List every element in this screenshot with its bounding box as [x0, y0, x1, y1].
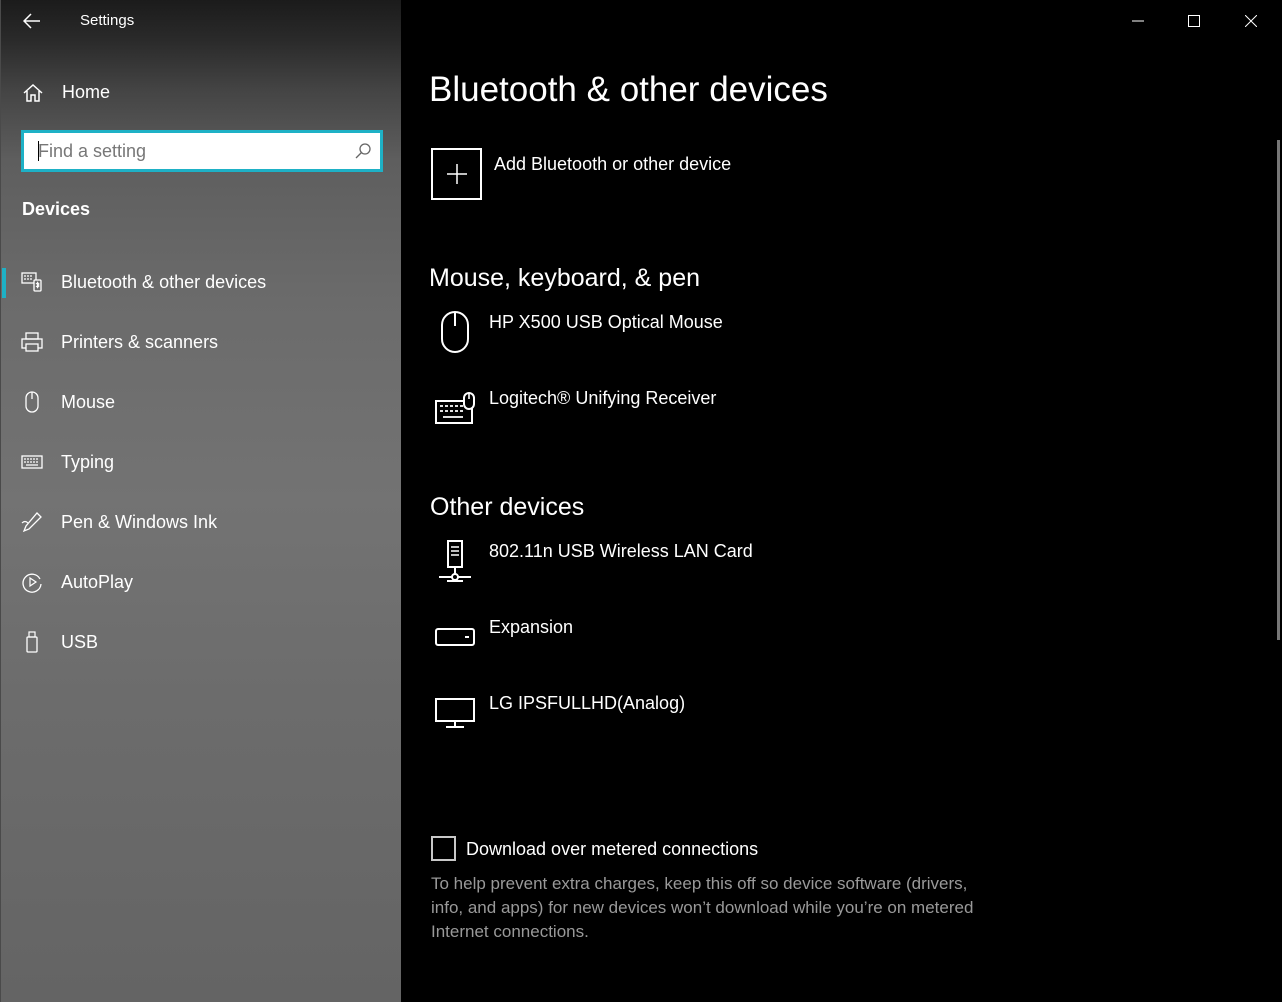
search-input[interactable] [24, 133, 344, 169]
device-item[interactable]: LG IPSFULLHD(Analog) [431, 689, 931, 749]
sidebar-item-label: USB [61, 632, 99, 652]
sidebar-item-home[interactable]: Home [1, 70, 402, 114]
search-icon[interactable] [354, 142, 372, 160]
device-name: LG IPSFULLHD(Analog) [489, 693, 686, 713]
device-name: 802.11n USB Wireless LAN Card [489, 541, 753, 561]
mouse-icon [25, 391, 39, 413]
sidebar-item-label: Bluetooth & other devices [61, 272, 267, 292]
sidebar: Settings Home Devices Bluetooth & other … [0, 0, 401, 1002]
plus-icon [446, 164, 467, 184]
sidebar-item-pen[interactable]: Pen & Windows Ink [1, 496, 402, 548]
minimize-button[interactable] [1110, 0, 1166, 42]
sidebar-item-printers[interactable]: Printers & scanners [1, 316, 402, 368]
app-title: Settings [80, 12, 135, 29]
bluetooth-devices-icon [21, 272, 42, 292]
selection-indicator [2, 268, 6, 298]
minimize-icon [1132, 20, 1144, 22]
close-icon [1245, 15, 1257, 27]
autoplay-icon [22, 573, 42, 593]
device-item[interactable]: HP X500 USB Optical Mouse [431, 308, 931, 368]
maximize-button[interactable] [1166, 0, 1222, 42]
drive-icon [435, 628, 475, 646]
group-title-mouse-keyboard-pen: Mouse, keyboard, & pen [429, 264, 700, 292]
device-name: Expansion [489, 617, 574, 637]
sidebar-item-usb[interactable]: USB [1, 616, 402, 668]
sidebar-item-mouse[interactable]: Mouse [1, 376, 402, 428]
device-item[interactable]: 802.11n USB Wireless LAN Card [431, 537, 931, 597]
add-device-label: Add Bluetooth or other device [494, 154, 732, 174]
checkbox-label: Download over metered connections [466, 839, 759, 859]
sidebar-item-autoplay[interactable]: AutoPlay [1, 556, 402, 608]
section-label-devices: Devices [22, 199, 91, 219]
home-label: Home [62, 82, 111, 102]
sidebar-item-label: Mouse [61, 392, 116, 412]
device-name: HP X500 USB Optical Mouse [489, 312, 723, 332]
keyboard-mouse-icon [435, 392, 475, 424]
help-text: To help prevent extra charges, keep this… [431, 874, 974, 941]
sidebar-item-label: AutoPlay [61, 572, 134, 592]
main-content: Bluetooth & other devices Add Bluetooth … [401, 0, 1282, 1002]
close-button[interactable] [1223, 0, 1279, 42]
device-item[interactable]: Logitech® Unifying Receiver [431, 384, 931, 444]
usb-icon [26, 631, 38, 653]
text-caret [38, 141, 39, 161]
device-name: Logitech® Unifying Receiver [489, 388, 717, 408]
add-device-box [431, 148, 482, 200]
checkbox-box[interactable] [431, 836, 456, 861]
scrollbar[interactable] [1277, 140, 1280, 640]
sidebar-item-typing[interactable]: Typing [1, 436, 402, 488]
sidebar-item-label: Pen & Windows Ink [61, 512, 218, 532]
back-arrow-icon [23, 13, 40, 29]
sidebar-item-label: Printers & scanners [61, 332, 219, 352]
monitor-icon [435, 698, 475, 728]
group-title-other-devices: Other devices [430, 493, 585, 521]
back-button[interactable] [15, 6, 49, 36]
printer-icon [21, 332, 43, 352]
title-bar: Settings [1, 0, 402, 42]
keyboard-icon [21, 455, 43, 469]
page-title: Bluetooth & other devices [429, 70, 828, 109]
network-device-icon [439, 540, 471, 582]
add-device-button[interactable]: Add Bluetooth or other device [431, 148, 771, 202]
sidebar-item-bluetooth[interactable]: Bluetooth & other devices [1, 256, 402, 308]
maximize-icon [1188, 15, 1200, 27]
pen-icon [21, 512, 42, 533]
sidebar-item-label: Typing [61, 452, 115, 472]
search-box[interactable] [21, 130, 383, 172]
mouse-icon [441, 311, 469, 353]
home-icon [23, 83, 43, 102]
device-item[interactable]: Expansion [431, 613, 931, 673]
